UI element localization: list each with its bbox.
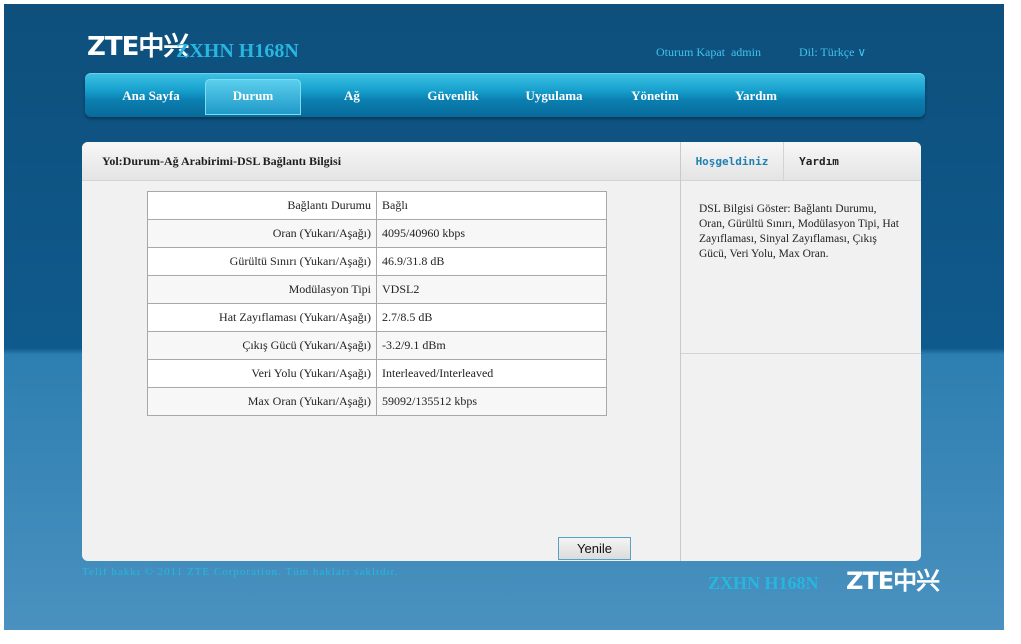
main-nav: Ana Sayfa Durum Ağ Güvenlik Uygulama Yön… — [85, 73, 925, 117]
content-panel: Yol:Durum-Ağ Arabirimi-DSL Bağlantı Bilg… — [82, 142, 921, 561]
tab-help[interactable]: Yardım — [784, 142, 854, 180]
row-value: Interleaved/Interleaved — [376, 359, 607, 388]
row-value: -3.2/9.1 dBm — [376, 331, 607, 360]
table-row: Çıkış Gücü (Yukarı/Aşağı) -3.2/9.1 dBm — [147, 331, 607, 360]
content-header: Yol:Durum-Ağ Arabirimi-DSL Bağlantı Bilg… — [82, 142, 680, 181]
row-value: 4095/40960 kbps — [376, 219, 607, 248]
row-label: Max Oran (Yukarı/Aşağı) — [147, 387, 377, 416]
refresh-button[interactable]: Yenile — [558, 537, 631, 560]
table-row: Modülasyon Tipi VDSL2 — [147, 275, 607, 304]
row-label: Bağlantı Durumu — [147, 191, 377, 220]
row-label: Gürültü Sınırı (Yukarı/Aşağı) — [147, 247, 377, 276]
model-name: ZXHN H168N — [176, 40, 299, 62]
footer-zte-logo: ZTE中兴 — [846, 567, 940, 595]
page-frame: ZTE中兴 ZXHN H168N Oturum Kapat admin Dil:… — [4, 4, 1004, 630]
row-label: Çıkış Gücü (Yukarı/Aşağı) — [147, 331, 377, 360]
row-label: Veri Yolu (Yukarı/Aşağı) — [147, 359, 377, 388]
dsl-info-table: Bağlantı Durumu Bağlı Oran (Yukarı/Aşağı… — [147, 191, 607, 416]
help-divider — [681, 353, 921, 354]
logout-link[interactable]: Oturum Kapat — [656, 45, 725, 60]
nav-item-status[interactable]: Durum — [205, 79, 301, 115]
nav-item-help[interactable]: Yardım — [717, 73, 795, 117]
table-row: Oran (Yukarı/Aşağı) 4095/40960 kbps — [147, 219, 607, 248]
row-label: Oran (Yukarı/Aşağı) — [147, 219, 377, 248]
row-value: 59092/135512 kbps — [376, 387, 607, 416]
breadcrumb: Yol:Durum-Ağ Arabirimi-DSL Bağlantı Bilg… — [102, 154, 342, 168]
row-value: VDSL2 — [376, 275, 607, 304]
table-row: Bağlantı Durumu Bağlı — [147, 191, 607, 220]
copyright-text: Telif hakkı © 2011 ZTE Corporation. Tüm … — [82, 566, 399, 578]
nav-item-network[interactable]: Ağ — [317, 73, 387, 117]
side-tabs: Hoşgeldiniz Yardım — [681, 142, 921, 181]
nav-item-application[interactable]: Uygulama — [509, 73, 599, 117]
row-value: Bağlı — [376, 191, 607, 220]
nav-item-security[interactable]: Güvenlik — [409, 73, 497, 117]
row-label: Hat Zayıflaması (Yukarı/Aşağı) — [147, 303, 377, 332]
top-links: Oturum Kapat admin Dil: Türkçe ∨ — [656, 45, 866, 60]
table-row: Max Oran (Yukarı/Aşağı) 59092/135512 kbp… — [147, 387, 607, 416]
help-text: DSL Bilgisi Göster: Bağlantı Durumu, Ora… — [699, 203, 899, 260]
username-label: admin — [730, 45, 761, 59]
zte-logo: ZTE中兴 — [87, 32, 189, 62]
row-value: 46.9/31.8 dB — [376, 247, 607, 276]
row-value: 2.7/8.5 dB — [376, 303, 607, 332]
nav-item-home[interactable]: Ana Sayfa — [99, 73, 203, 117]
nav-item-management[interactable]: Yönetim — [613, 73, 697, 117]
language-selector[interactable]: Dil: Türkçe ∨ — [799, 45, 866, 60]
table-row: Gürültü Sınırı (Yukarı/Aşağı) 46.9/31.8 … — [147, 247, 607, 276]
table-row: Hat Zayıflaması (Yukarı/Aşağı) 2.7/8.5 d… — [147, 303, 607, 332]
row-label: Modülasyon Tipi — [147, 275, 377, 304]
tab-welcome[interactable]: Hoşgeldiniz — [681, 142, 784, 180]
footer-model-name: ZXHN H168N — [708, 573, 819, 593]
panel-divider — [680, 142, 681, 561]
table-row: Veri Yolu (Yukarı/Aşağı) Interleaved/Int… — [147, 359, 607, 388]
